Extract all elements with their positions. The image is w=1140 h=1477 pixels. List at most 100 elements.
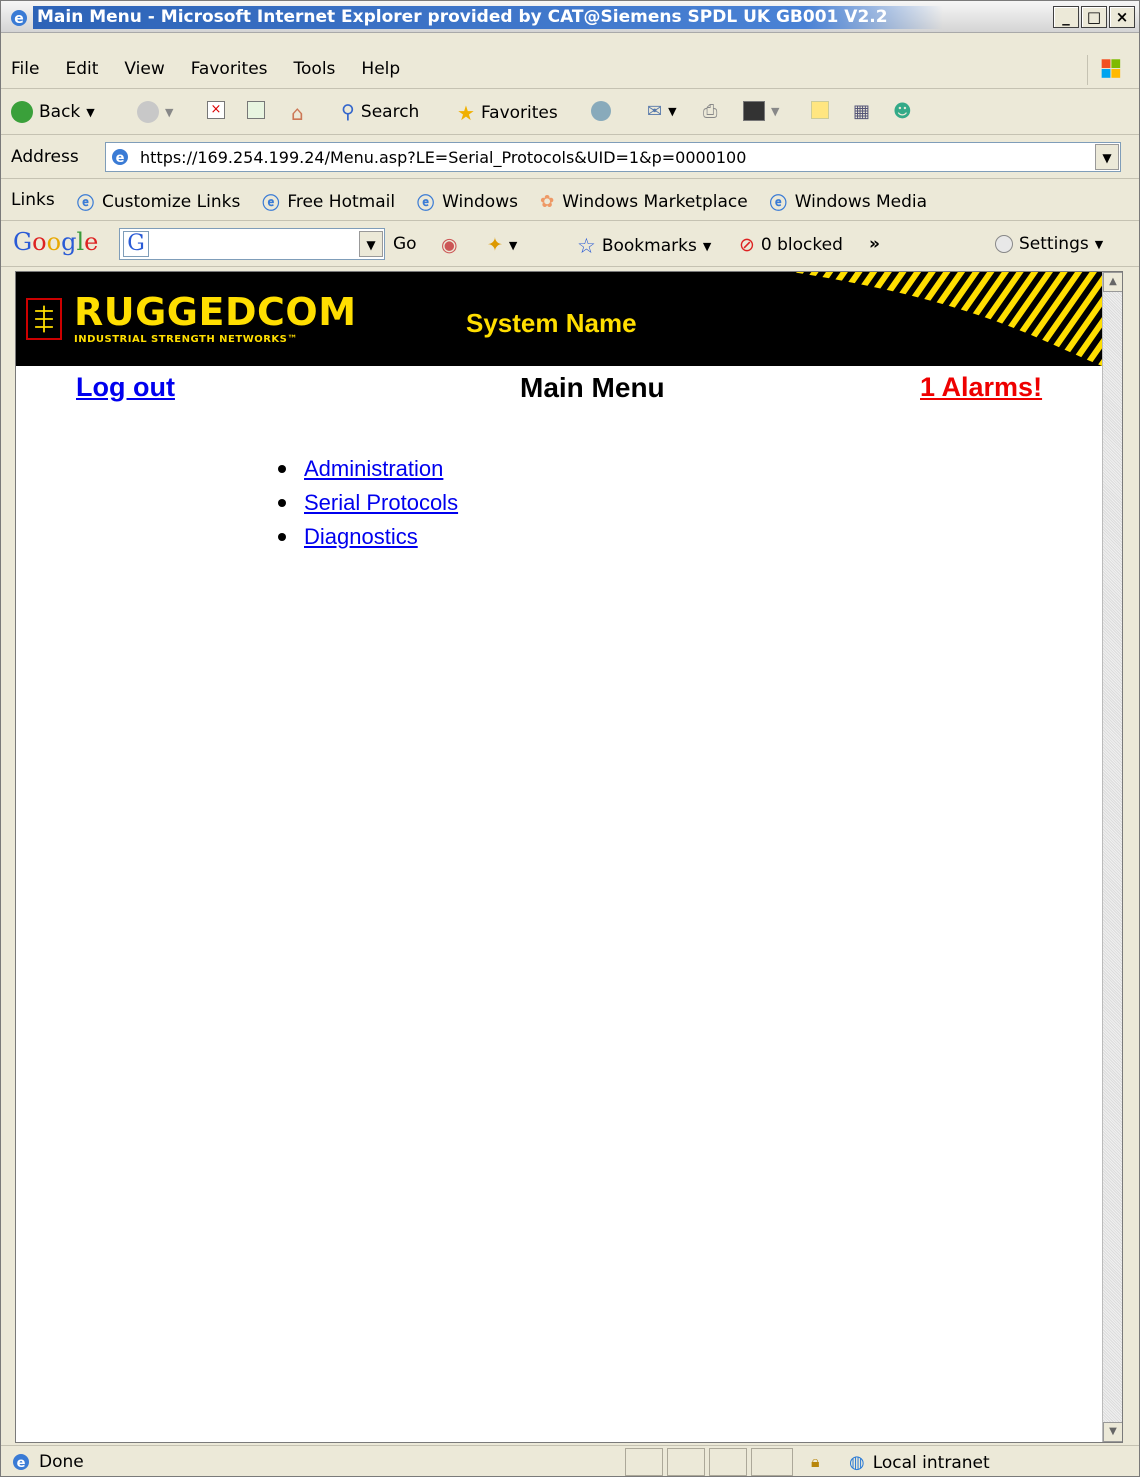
- print-button[interactable]: ⎙: [703, 101, 717, 122]
- menu-edit[interactable]: Edit: [65, 59, 98, 79]
- forward-button[interactable]: ▼: [137, 101, 173, 123]
- main-menu-list: Administration Serial Protocols Diagnost…: [278, 452, 458, 554]
- back-arrow-icon: [11, 101, 33, 123]
- edit-button[interactable]: ▼: [743, 101, 779, 121]
- stop-button[interactable]: ×: [207, 101, 225, 119]
- lock-icon[interactable]: 🔒︎: [811, 1452, 829, 1471]
- chevron-down-icon: ▼: [771, 104, 780, 118]
- refresh-button[interactable]: [247, 101, 265, 119]
- chevron-down-icon: ▼: [86, 105, 95, 119]
- link-windows-marketplace[interactable]: ✿ Windows Marketplace: [540, 189, 748, 214]
- page-title: Main Menu: [520, 372, 665, 403]
- standard-toolbar: Back ▼ ▼ × ⌂ ⚲ Search ★ Favorites ✉ ▼ ⎙ …: [1, 91, 1139, 135]
- menu-link-serial-protocols[interactable]: Serial Protocols: [304, 490, 458, 516]
- ie-page-icon: e: [13, 1454, 29, 1471]
- close-button[interactable]: ×: [1109, 6, 1135, 28]
- status-bar: e Done 🔒︎ ◍ Local intranet: [1, 1445, 1139, 1477]
- links-label: Links: [11, 190, 55, 210]
- mail-button[interactable]: ✉ ▼: [647, 101, 677, 122]
- back-button[interactable]: Back ▼: [11, 101, 95, 123]
- scroll-up-button[interactable]: ▲: [1103, 272, 1122, 292]
- menu-link-administration[interactable]: Administration: [304, 456, 443, 482]
- vertical-scrollbar[interactable]: ▲ ▼: [1102, 272, 1122, 1442]
- discuss-button[interactable]: [811, 101, 829, 119]
- chevron-down-icon: ▼: [668, 105, 677, 118]
- google-g-icon: G: [123, 231, 149, 257]
- links-bar: Links ⓔ Customize Links ⓔ Free Hotmail ⓔ Wi…: [1, 181, 1139, 221]
- link-windows[interactable]: ⓔ Windows: [417, 189, 518, 215]
- research-button[interactable]: ▦: [853, 101, 870, 122]
- status-pane: [625, 1448, 663, 1476]
- printer-icon: ⎙: [703, 101, 718, 122]
- menu-tools[interactable]: Tools: [294, 59, 336, 79]
- maximize-button[interactable]: □: [1081, 6, 1107, 28]
- chevron-down-icon: ▼: [165, 105, 174, 119]
- menu-view[interactable]: View: [124, 59, 164, 79]
- windows-flag-icon: [1087, 55, 1121, 85]
- google-logo[interactable]: Google: [13, 228, 98, 256]
- chevron-down-icon: ▼: [702, 239, 712, 253]
- search-button[interactable]: ⚲ Search: [341, 101, 419, 123]
- chevron-down-icon: ▼: [1094, 237, 1104, 251]
- link-customize-links[interactable]: ⓔ Customize Links: [77, 189, 240, 215]
- link-windows-media[interactable]: ⓔ Windows Media: [770, 189, 927, 215]
- messenger-button[interactable]: ☻: [893, 101, 912, 122]
- bullet-icon: [278, 465, 286, 473]
- google-search-input[interactable]: G ▼: [119, 228, 385, 260]
- security-zone[interactable]: ◍ Local intranet: [849, 1452, 990, 1473]
- settings-button[interactable]: Settings ▼: [995, 234, 1103, 254]
- link-free-hotmail[interactable]: ⓔ Free Hotmail: [262, 189, 395, 215]
- page-viewport: RUGGEDCOM INDUSTRIAL STRENGTH NETWORKS™ …: [15, 271, 1123, 1443]
- mail-icon: ✉: [647, 101, 663, 122]
- bookmarks-button[interactable]: ☆ Bookmarks ▼: [577, 234, 711, 258]
- list-item: Diagnostics: [278, 520, 458, 554]
- popup-blocker-button[interactable]: ⊘ 0 blocked: [739, 234, 843, 256]
- google-search-dropdown[interactable]: ▼: [359, 231, 383, 257]
- windows-flag-icon: ✿: [539, 191, 555, 212]
- google-options-button[interactable]: ✦ ▼: [487, 234, 517, 256]
- menu-file[interactable]: File: [11, 59, 39, 79]
- stop-icon: ×: [207, 101, 225, 119]
- google-go-button[interactable]: Go: [393, 234, 417, 254]
- forward-arrow-icon: [137, 101, 159, 123]
- more-chevron-button[interactable]: »: [869, 234, 880, 254]
- messenger-icon: ☻: [893, 101, 912, 122]
- address-dropdown-button[interactable]: ▼: [1095, 144, 1119, 170]
- status-text: Done: [39, 1452, 84, 1472]
- pagerank-icon: ◉: [441, 234, 458, 256]
- browser-window: e Main Menu - Microsoft Internet Explore…: [0, 0, 1140, 1477]
- ie-page-icon: ⓔ: [417, 194, 435, 214]
- media-button[interactable]: [591, 101, 611, 121]
- page-header-row: Log out Main Menu 1 Alarms!: [16, 368, 1102, 408]
- ruggedcom-banner: RUGGEDCOM INDUSTRIAL STRENGTH NETWORKS™ …: [16, 272, 1102, 366]
- ie-page-icon: ⓔ: [262, 194, 280, 214]
- research-icon: ▦: [853, 101, 871, 122]
- chevron-double-right-icon: »: [869, 234, 880, 254]
- menu-bar: File Edit View Favorites Tools Help: [1, 51, 1139, 89]
- address-label: Address: [11, 147, 79, 167]
- status-pane: [667, 1448, 705, 1476]
- menu-help[interactable]: Help: [361, 59, 400, 79]
- alarms-link[interactable]: 1 Alarms!: [920, 372, 1042, 403]
- popup-blocked-icon: ⊘: [739, 234, 755, 256]
- status-pane: [709, 1448, 747, 1476]
- scroll-down-button[interactable]: ▼: [1103, 1422, 1122, 1442]
- svg-text:e: e: [116, 151, 125, 166]
- menu-favorites[interactable]: Favorites: [191, 59, 268, 79]
- favorites-button[interactable]: ★ Favorites: [457, 101, 558, 125]
- edit-icon: [743, 101, 765, 121]
- star-icon: ★: [457, 101, 475, 125]
- home-button[interactable]: ⌂: [291, 101, 304, 125]
- address-bar: Address e https://169.254.199.24/Menu.as…: [1, 137, 1139, 179]
- address-url: https://169.254.199.24/Menu.asp?LE=Seria…: [140, 148, 747, 167]
- menu-link-diagnostics[interactable]: Diagnostics: [304, 524, 418, 550]
- pagerank-button[interactable]: ◉: [441, 234, 458, 256]
- note-icon: [811, 101, 829, 119]
- bullet-icon: [278, 533, 286, 541]
- address-input[interactable]: e https://169.254.199.24/Menu.asp?LE=Ser…: [105, 142, 1121, 172]
- system-name: System Name: [466, 308, 637, 338]
- brand-tagline: INDUSTRIAL STRENGTH NETWORKS™: [74, 334, 298, 345]
- logout-link[interactable]: Log out: [76, 372, 175, 403]
- minimize-button[interactable]: _: [1053, 6, 1079, 28]
- list-item: Serial Protocols: [278, 486, 458, 520]
